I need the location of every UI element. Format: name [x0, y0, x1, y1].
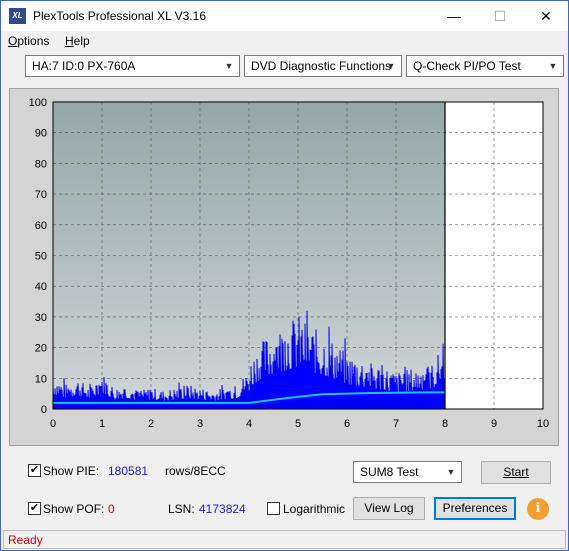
- menu-options-label: ptions: [17, 34, 50, 48]
- logarithmic-checkbox[interactable]: [267, 502, 280, 515]
- show-pof-label: Show POF:: [43, 502, 105, 516]
- y-tick-label: 10: [35, 373, 47, 385]
- y-tick-label: 40: [35, 281, 47, 293]
- menu-options-mnemonic: O: [8, 34, 18, 48]
- y-tick-label: 60: [35, 220, 47, 232]
- status-text: Ready: [8, 533, 43, 547]
- menu-help[interactable]: Help: [65, 34, 90, 48]
- start-button[interactable]: Start: [481, 461, 551, 484]
- y-tick-label: 30: [35, 312, 47, 324]
- app-logo-icon: XL: [9, 8, 26, 24]
- info-icon[interactable]: i: [527, 498, 549, 520]
- x-tick-label: 6: [344, 418, 350, 430]
- x-tick-label: 8: [442, 418, 448, 430]
- x-tick-label: 5: [295, 418, 301, 430]
- chevron-down-icon: ▼: [446, 467, 456, 477]
- y-tick-label: 0: [41, 404, 47, 416]
- sum-test-value: SUM8 Test: [360, 465, 419, 479]
- show-pie-label: Show PIE:: [43, 464, 100, 478]
- y-tick-label: 70: [35, 189, 47, 201]
- x-tick-label: 10: [537, 418, 549, 430]
- test-select-value: Q-Check PI/PO Test: [413, 59, 521, 73]
- drive-select-value: HA:7 ID:0 PX-760A: [32, 59, 136, 73]
- test-select[interactable]: Q-Check PI/PO Test ▼: [406, 55, 564, 77]
- sum-test-select[interactable]: SUM8 Test ▼: [353, 461, 462, 483]
- lsn-label: LSN:: [168, 502, 195, 516]
- drive-select[interactable]: HA:7 ID:0 PX-760A ▼: [25, 55, 240, 77]
- rows-label: rows/8ECC: [165, 464, 226, 478]
- minimize-button[interactable]: —: [431, 1, 477, 31]
- x-tick-label: 3: [197, 418, 203, 430]
- pie-chart: 0 10 20 30 40 50 60 70 80 90 100 0 1 2 3 4 5 6 7 8 9 10: [10, 89, 558, 445]
- menu-help-mnemonic: H: [65, 34, 74, 48]
- menu-options[interactable]: Options: [8, 34, 49, 48]
- lsn-value: 4173824: [199, 502, 246, 516]
- function-select-value: DVD Diagnostic Functions: [251, 59, 392, 73]
- preferences-button[interactable]: Preferences: [434, 497, 516, 520]
- function-select[interactable]: DVD Diagnostic Functions ▼: [244, 55, 402, 77]
- x-tick-label: 4: [246, 418, 252, 430]
- y-tick-label: 50: [35, 251, 47, 263]
- title-bar[interactable]: XL PlexTools Professional XL V3.16 — ☐ ✕: [1, 1, 568, 31]
- x-tick-label: 1: [99, 418, 105, 430]
- view-log-button[interactable]: View Log: [353, 497, 425, 520]
- pof-value: 0: [108, 502, 115, 516]
- menu-bar: Options Help: [1, 31, 568, 51]
- pie-value: 180581: [108, 464, 149, 478]
- app-window: XL PlexTools Professional XL V3.16 — ☐ ✕…: [0, 0, 569, 551]
- logarithmic-label: Logarithmic: [283, 502, 346, 516]
- maximize-button[interactable]: ☐: [477, 1, 523, 31]
- controls-panel: ✔ Show PIE: 180581 rows/8ECC ✔ Show POF:…: [9, 453, 559, 525]
- window-title: PlexTools Professional XL V3.16: [33, 9, 206, 23]
- status-bar: Ready: [3, 530, 566, 549]
- show-pie-checkbox[interactable]: ✔: [28, 464, 41, 477]
- y-tick-label: 100: [29, 97, 47, 109]
- menu-help-label: elp: [73, 34, 90, 48]
- start-button-label: Start: [503, 465, 529, 479]
- y-tick-label: 90: [35, 128, 47, 140]
- chevron-down-icon: ▼: [224, 61, 234, 71]
- preferences-label: Preferences: [442, 501, 508, 515]
- show-pof-checkbox[interactable]: ✔: [28, 502, 41, 515]
- y-tick-label: 80: [35, 158, 47, 170]
- y-tick-label: 20: [35, 343, 47, 355]
- chevron-down-icon: ▼: [548, 61, 558, 71]
- x-tick-label: 7: [393, 418, 399, 430]
- x-tick-label: 0: [50, 418, 56, 430]
- chevron-down-icon: ▼: [386, 61, 396, 71]
- view-log-label: View Log: [364, 501, 414, 515]
- close-button[interactable]: ✕: [523, 1, 569, 31]
- x-tick-label: 9: [491, 418, 497, 430]
- x-tick-label: 2: [148, 418, 154, 430]
